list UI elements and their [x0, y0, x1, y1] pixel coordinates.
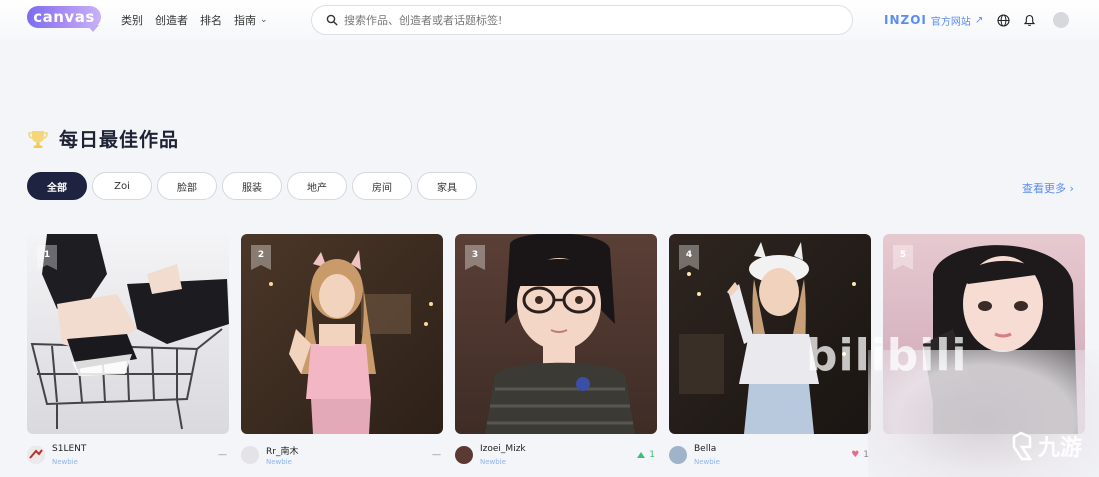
author-level: Newbie — [694, 458, 720, 466]
author-name[interactable]: Izoei_Mizk — [480, 444, 526, 454]
like-count: — — [218, 450, 227, 460]
rank-badge: 4 — [679, 245, 699, 270]
tab-room[interactable]: 房间 — [352, 172, 412, 200]
work-thumbnail[interactable]: 3 — [455, 234, 657, 434]
author-level: Newbie — [52, 458, 78, 466]
nav-ranking[interactable]: 排名 — [200, 12, 222, 28]
work-card-3[interactable]: 3 Izoei_Mizk Newbie 1 — [455, 234, 657, 477]
author-avatar[interactable] — [669, 446, 687, 464]
official-site-link[interactable]: 官方网站 — [931, 13, 971, 28]
jiuyou-logo-icon — [1012, 431, 1033, 461]
tab-furniture[interactable]: 家具 — [417, 172, 477, 200]
author-name[interactable]: Bella — [694, 444, 716, 454]
work-card-2[interactable]: 2 Rr_南木 Newbie — — [241, 234, 443, 477]
tab-zoi[interactable]: Zoi — [92, 172, 152, 200]
section-title: 每日最佳作品 — [59, 129, 180, 151]
trophy-icon — [27, 128, 49, 150]
bell-icon[interactable] — [1021, 12, 1037, 28]
author-avatar[interactable] — [27, 446, 45, 464]
tab-room-label: 房间 — [372, 182, 392, 194]
like-count: — — [432, 450, 441, 460]
tab-face-label: 脸部 — [177, 182, 197, 194]
author-level: Newbie — [480, 458, 506, 466]
canvas-logo[interactable]: canvas — [27, 6, 103, 32]
bilibili-watermark: bilibili — [806, 330, 968, 381]
rank-badge: 3 — [465, 245, 485, 270]
header-tools: INZOI 官方网站 ↗ — [884, 10, 1070, 30]
nav-category-label: 类别 — [121, 14, 143, 27]
tab-zoi-label: Zoi — [114, 180, 130, 192]
author-row: S1LENT Newbie — — [27, 442, 229, 472]
work-card-1[interactable]: 1 S1LENT Newbie — — [27, 234, 229, 477]
jiuyou-watermark: 九游 — [1008, 430, 1082, 462]
work-thumbnail[interactable]: 1 — [27, 234, 229, 434]
like-count-text: 1 — [649, 450, 655, 460]
author-level: Newbie — [266, 458, 292, 466]
tab-estate-label: 地产 — [307, 182, 327, 194]
author-avatar[interactable] — [455, 446, 473, 464]
like-count-text: — — [218, 450, 227, 460]
logo-tail — [87, 25, 99, 32]
section-header: 每日最佳作品 — [27, 125, 179, 152]
nav-guide-label: 指南 — [234, 14, 256, 27]
top-header: canvas 类别 创造者 排名 指南 ⌄ INZOI 官方网站 ↗ — [0, 0, 1099, 40]
heart-icon: ♥ — [851, 450, 860, 460]
author-row: Izoei_Mizk Newbie 1 — [455, 442, 657, 472]
author-avatar[interactable] — [241, 446, 259, 464]
search-icon — [326, 11, 338, 30]
rank-badge: 5 — [893, 245, 913, 270]
nav-creators-label: 创造者 — [155, 14, 188, 27]
like-count-text: — — [432, 450, 441, 460]
work-thumbnail[interactable]: 2 — [241, 234, 443, 434]
like-count: 1 — [637, 450, 655, 460]
category-tabs: 全部 Zoi 脸部 服装 地产 房间 家具 — [27, 172, 482, 200]
author-row: Rr_南木 Newbie — — [241, 442, 443, 472]
nav-creators[interactable]: 创造者 — [155, 12, 188, 28]
search-input[interactable] — [344, 13, 824, 27]
tab-furniture-label: 家具 — [437, 182, 457, 194]
author-name[interactable]: S1LENT — [52, 444, 86, 454]
search-bar[interactable] — [311, 5, 853, 35]
external-link-icon: ↗ — [974, 14, 984, 26]
tab-estate[interactable]: 地产 — [287, 172, 347, 200]
rank-badge: 1 — [37, 245, 57, 270]
rank-badge: 2 — [251, 245, 271, 270]
tab-all-label: 全部 — [47, 182, 67, 194]
jiuyou-text: 九游 — [1038, 436, 1083, 461]
like-count: ♥ 1 — [851, 450, 869, 460]
tab-outfit-label: 服装 — [242, 182, 262, 194]
tab-outfit[interactable]: 服装 — [222, 172, 282, 200]
chevron-down-icon: ⌄ — [260, 15, 268, 25]
user-avatar[interactable] — [1053, 12, 1070, 28]
nav-ranking-label: 排名 — [200, 14, 222, 27]
nav-guide[interactable]: 指南 ⌄ — [234, 12, 268, 28]
author-row: Bella Newbie ♥ 1 — [669, 442, 871, 472]
main-nav: 类别 创造者 排名 指南 ⌄ — [121, 12, 280, 28]
tab-all[interactable]: 全部 — [27, 172, 87, 200]
trend-up-icon — [637, 452, 646, 458]
see-more-link[interactable]: 查看更多 › — [1022, 180, 1074, 196]
globe-icon[interactable] — [995, 12, 1011, 28]
inzoi-brand-link[interactable]: INZOI — [884, 13, 927, 27]
tab-face[interactable]: 脸部 — [157, 172, 217, 200]
nav-category[interactable]: 类别 — [121, 12, 143, 28]
author-name[interactable]: Rr_南木 — [266, 444, 298, 457]
